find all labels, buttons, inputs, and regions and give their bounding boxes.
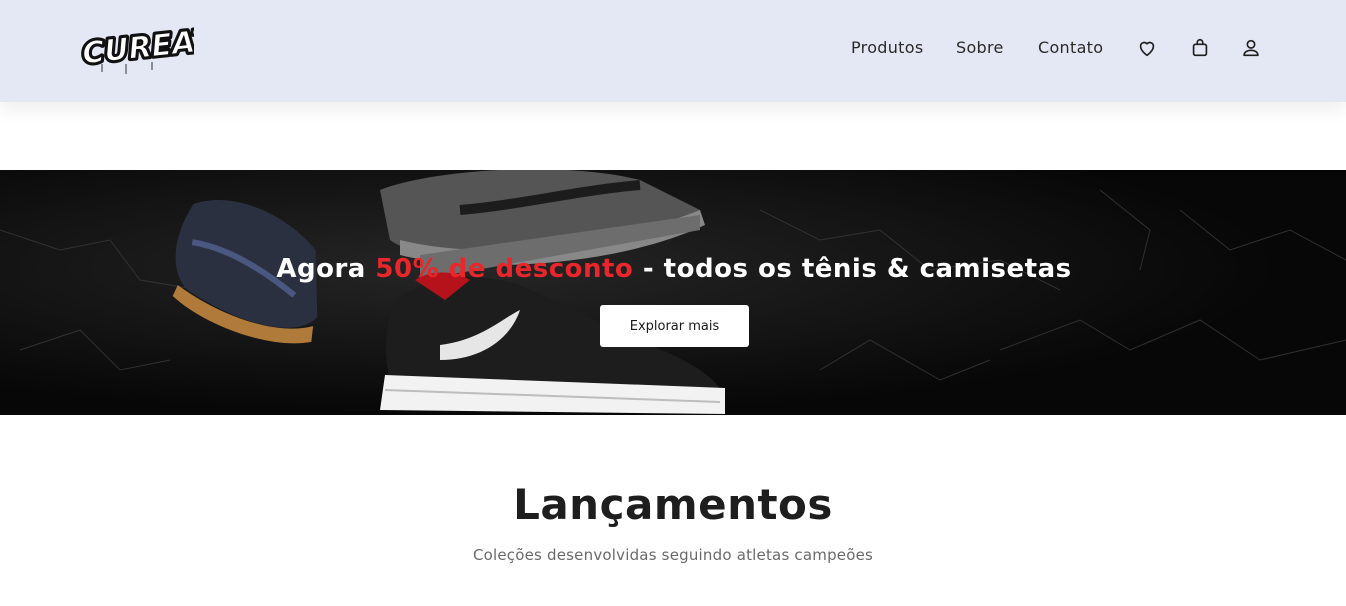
section-title: Lançamentos	[513, 480, 833, 529]
nav-link-contato[interactable]: Contato	[1038, 38, 1103, 57]
user-icon[interactable]	[1240, 37, 1262, 59]
svg-text:CUREATE: CUREATE	[81, 21, 194, 72]
promo-banner: Agora 50% de desconto - todos os tênis &…	[0, 170, 1346, 415]
site-header: CUREATE CUREATE Produtos Sobre Contato	[0, 0, 1346, 102]
banner-headline-prefix: Agora	[276, 254, 376, 284]
brand-logo[interactable]: CUREATE CUREATE	[78, 18, 238, 76]
nav-link-produtos[interactable]: Produtos	[851, 38, 923, 57]
nav-link-sobre[interactable]: Sobre	[956, 38, 1004, 57]
banner-headline-suffix: - todos os tênis & camisetas	[633, 254, 1072, 284]
heart-icon[interactable]	[1136, 37, 1158, 59]
section-subtitle: Coleções desenvolvidas seguindo atletas …	[472, 546, 874, 564]
shopping-bag-icon[interactable]	[1189, 37, 1211, 59]
explore-more-button[interactable]: Explorar mais	[600, 305, 749, 347]
banner-headline: Agora 50% de desconto - todos os tênis &…	[0, 254, 1346, 284]
banner-headline-discount: 50% de desconto	[375, 254, 634, 284]
sneakers-banner-image	[0, 170, 1346, 415]
